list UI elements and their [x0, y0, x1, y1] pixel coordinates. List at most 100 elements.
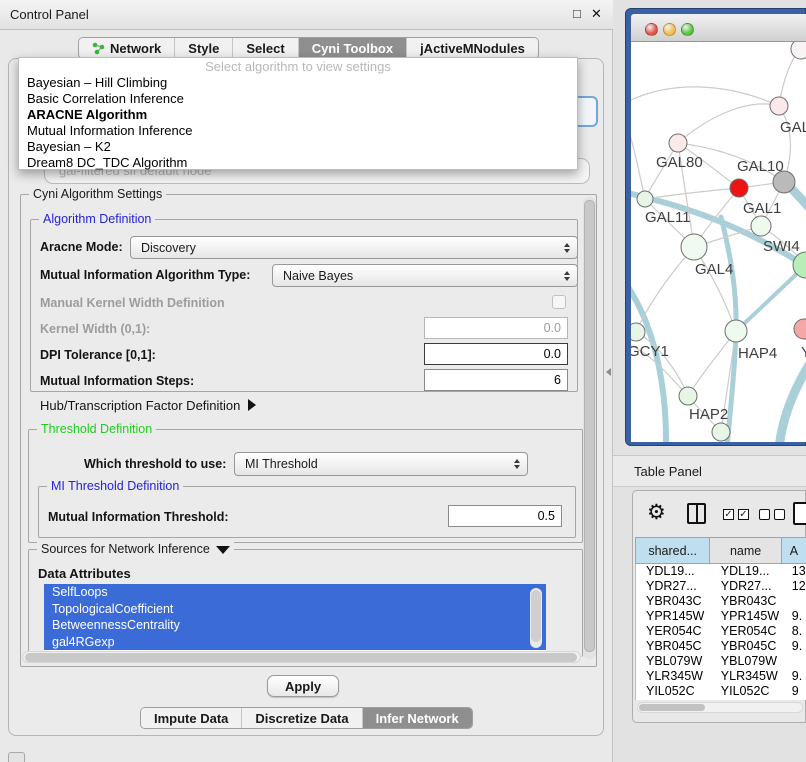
table-options-gear-icon[interactable]: ⚙	[647, 500, 666, 525]
table-cell: 9	[782, 684, 806, 699]
close-panel-icon[interactable]: ✕	[591, 6, 602, 22]
tab-discretize-data[interactable]: Discretize Data	[242, 708, 362, 728]
dropdown-item-dream8-dc-tdc-algorithm[interactable]: Dream8 DC_TDC Algorithm	[19, 155, 577, 171]
tab-infer-network[interactable]: Infer Network	[363, 708, 472, 728]
network-node-hap4[interactable]	[725, 320, 747, 342]
settings-vertical-scrollbar[interactable]	[583, 197, 596, 659]
table-row[interactable]: YBL079WYBL079W	[636, 654, 806, 669]
network-canvas[interactable]: GALGAL80GAL10GAL1GAL11GAL4SWI4GCY1HAP4YH…	[631, 42, 806, 442]
settings-vertical-scrollbar-thumb[interactable]	[584, 200, 595, 652]
tab-label: Cyni Toolbox	[312, 41, 393, 56]
select-all-checkbox-icon[interactable]: ✓	[723, 509, 734, 520]
table-cell: 8.	[782, 624, 806, 639]
network-node-gcy1[interactable]	[631, 323, 645, 341]
network-window-titlebar[interactable]	[631, 14, 806, 42]
table-cell: YIL052C	[711, 684, 782, 699]
table-row[interactable]: YBR045CYBR045C9.	[636, 639, 806, 654]
network-node[interactable]	[791, 42, 806, 59]
which-threshold-combobox[interactable]: MI Threshold	[234, 452, 528, 476]
network-node-hap2[interactable]	[679, 387, 697, 405]
manual-kernel-width-checkbox[interactable]	[552, 295, 566, 309]
manual-kernel-width-label: Manual Kernel Width Definition	[40, 296, 225, 310]
dropdown-item-bayesian-k2[interactable]: Bayesian – K2	[19, 139, 577, 155]
table-body: YDL19...YDL19...13YDR27...YDR27...12YBR0…	[635, 564, 806, 700]
splitter-collapse-icon[interactable]	[606, 368, 611, 376]
column-header-name[interactable]: name	[710, 537, 781, 564]
aracne-mode-combobox[interactable]: Discovery	[130, 236, 578, 259]
settings-horizontal-scrollbar-thumb[interactable]	[25, 653, 577, 662]
attribute-item-topologicalcoefficient[interactable]: TopologicalCoefficient	[44, 601, 546, 618]
network-node-gal[interactable]	[770, 97, 788, 115]
table-row[interactable]: YER054CYER054C8.	[636, 624, 806, 639]
column-header-a[interactable]: A	[782, 537, 806, 564]
algorithm-definition-legend: Algorithm Definition	[39, 212, 155, 226]
attributes-list-scrollbar[interactable]	[530, 588, 542, 648]
collapse-down-arrow-icon	[216, 546, 230, 554]
network-node-gal1[interactable]	[751, 216, 771, 236]
dropdown-item-aracne-algorithm[interactable]: ARACNE Algorithm	[19, 107, 577, 123]
attribute-item-selfloops[interactable]: SelfLoops	[44, 584, 546, 601]
network-icon	[92, 42, 105, 55]
tab-label: jActiveMNodules	[420, 41, 525, 56]
table-horizontal-scrollbar-thumb[interactable]	[639, 704, 705, 711]
table-row[interactable]: YDL19...YDL19...13	[636, 564, 806, 579]
deselect-all-checkbox-icon[interactable]	[759, 509, 770, 520]
table-row[interactable]: YDR27...YDR27...12	[636, 579, 806, 594]
table-cell: YDR27...	[711, 579, 782, 594]
apply-button[interactable]: Apply	[267, 675, 339, 697]
select-all-checkbox2-icon[interactable]: ✓	[738, 509, 749, 520]
mi-algorithm-type-combobox[interactable]: Naive Bayes	[272, 264, 578, 287]
show-columns-icon[interactable]	[687, 503, 706, 524]
which-threshold-label: Which threshold to use:	[84, 457, 226, 471]
dpi-tolerance-value: 0.0	[544, 347, 561, 361]
dock-corner-icon[interactable]	[8, 752, 25, 762]
attributes-list-scrollbar-thumb[interactable]	[531, 590, 541, 642]
dropdown-item-bayesian-hill-climbing[interactable]: Bayesian – Hill Climbing	[19, 75, 577, 91]
network-node-gal4[interactable]	[681, 234, 707, 260]
algorithm-dropdown-placeholder: Select algorithm to view settings	[19, 58, 577, 75]
tab-style[interactable]: Style	[175, 38, 233, 58]
network-node[interactable]	[730, 179, 748, 197]
dropdown-item-mutual-information-inference[interactable]: Mutual Information Inference	[19, 123, 577, 139]
table-row[interactable]: YPR145WYPR145W9.	[636, 609, 806, 624]
mi-threshold-label: Mutual Information Threshold:	[48, 510, 229, 524]
network-edge	[678, 104, 779, 143]
attribute-item-gal4rgexp[interactable]: gal4RGexp	[44, 634, 546, 651]
table-panel-title: Table Panel	[634, 464, 702, 479]
tab-label: Impute Data	[154, 711, 228, 726]
traffic-light-close-icon[interactable]	[645, 23, 658, 36]
float-window-icon[interactable]: □	[573, 6, 581, 21]
mi-steps-field[interactable]: 6	[424, 369, 568, 391]
settings-horizontal-scrollbar[interactable]	[22, 651, 581, 663]
tab-cyni-toolbox[interactable]: Cyni Toolbox	[299, 38, 407, 58]
tab-impute-data[interactable]: Impute Data	[141, 708, 242, 728]
table-cell: YBR043C	[711, 594, 782, 609]
table-row[interactable]: YBR043CYBR043C	[636, 594, 806, 609]
traffic-light-zoom-icon[interactable]	[681, 23, 694, 36]
tab-select[interactable]: Select	[233, 38, 298, 58]
network-node[interactable]	[712, 423, 730, 441]
mi-threshold-value: 0.5	[538, 509, 555, 523]
hub-definition-expander[interactable]: Hub/Transcription Factor Definition	[40, 398, 256, 413]
network-node-gal11[interactable]	[637, 191, 653, 207]
deselect-all-checkbox2-icon[interactable]	[774, 509, 785, 520]
dpi-tolerance-field[interactable]: 0.0	[424, 343, 568, 365]
table-row[interactable]: YIL052CYIL052C9	[636, 684, 806, 699]
kernel-width-field[interactable]: 0.0	[424, 317, 568, 339]
cyni-algorithm-settings-legend: Cyni Algorithm Settings	[29, 187, 166, 201]
network-node-gal80[interactable]	[669, 134, 687, 152]
tab-network[interactable]: Network	[79, 38, 175, 58]
attribute-item-betweennesscentrality[interactable]: BetweennessCentrality	[44, 617, 546, 634]
table-row[interactable]: YLR345WYLR345W9.	[636, 669, 806, 684]
network-node-y[interactable]	[794, 319, 806, 339]
node-label-hap2: HAP2	[689, 406, 728, 423]
table-horizontal-scrollbar[interactable]	[637, 702, 803, 713]
export-table-icon[interactable]	[793, 502, 806, 525]
dropdown-item-basic-correlation-inference[interactable]: Basic Correlation Inference	[19, 91, 577, 107]
traffic-light-minimize-icon[interactable]	[663, 23, 676, 36]
mi-threshold-field[interactable]: 0.5	[448, 505, 562, 527]
node-label-gal10: GAL10	[737, 158, 784, 175]
tab-jactivemnodules[interactable]: jActiveMNodules	[407, 38, 538, 58]
sources-legend[interactable]: Sources for Network Inference	[37, 542, 234, 556]
column-header-shared[interactable]: shared...	[635, 537, 710, 564]
